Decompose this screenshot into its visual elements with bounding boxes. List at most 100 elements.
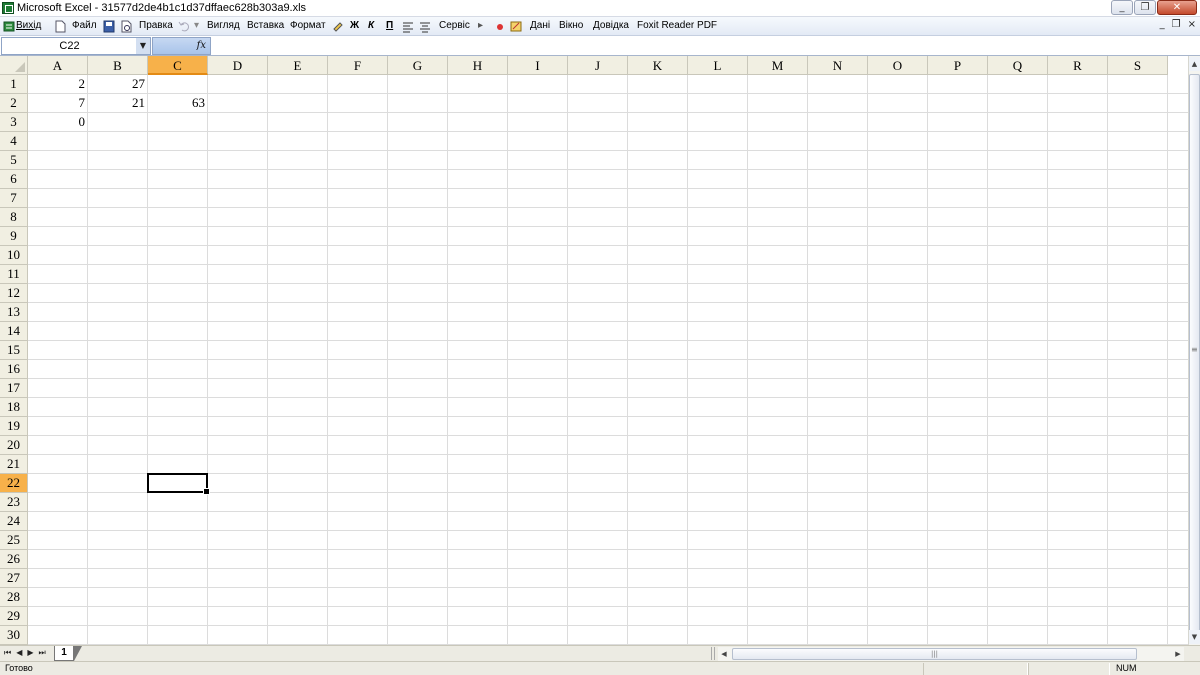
row-header[interactable]: 11 <box>0 265 28 284</box>
close-button[interactable]: ✕ <box>1157 0 1197 15</box>
workbook-restore-button[interactable]: ❐ <box>1172 19 1181 30</box>
menu-foxit[interactable]: Foxit Reader PDF <box>637 20 717 31</box>
cell-b2[interactable]: 21 <box>88 94 147 112</box>
underline-button[interactable]: П <box>386 20 393 31</box>
column-header[interactable]: F <box>328 56 388 75</box>
row-header[interactable]: 1 <box>0 75 28 94</box>
row-header[interactable]: 3 <box>0 113 28 132</box>
menu-format[interactable]: Формат <box>290 20 326 31</box>
row-header[interactable]: 26 <box>0 550 28 569</box>
vertical-scrollbar[interactable]: ▲ ▼ <box>1188 56 1200 645</box>
column-header[interactable]: Q <box>988 56 1048 75</box>
row-header[interactable]: 17 <box>0 379 28 398</box>
column-header[interactable]: D <box>208 56 268 75</box>
menu-file[interactable]: Файл <box>72 20 97 31</box>
column-header[interactable]: G <box>388 56 448 75</box>
undo-icon[interactable] <box>178 20 190 33</box>
column-header[interactable]: I <box>508 56 568 75</box>
row-header[interactable]: 21 <box>0 455 28 474</box>
row-header[interactable]: 2 <box>0 94 28 113</box>
column-header[interactable]: M <box>748 56 808 75</box>
column-header[interactable]: K <box>628 56 688 75</box>
menu-insert[interactable]: Вставка <box>247 20 284 31</box>
row-header[interactable]: 7 <box>0 189 28 208</box>
menu-data[interactable]: Дані <box>530 20 550 31</box>
minimize-button[interactable]: _ <box>1111 0 1133 15</box>
row-header[interactable]: 30 <box>0 626 28 645</box>
column-header[interactable]: H <box>448 56 508 75</box>
row-header[interactable]: 29 <box>0 607 28 626</box>
row-header[interactable]: 25 <box>0 531 28 550</box>
row-header[interactable]: 27 <box>0 569 28 588</box>
cell-b1[interactable]: 27 <box>88 75 147 93</box>
spreadsheet-grid[interactable]: A B C D E F G H I J K L M N O P Q R S 1 2 3 4 5 6 7 8 9 10 11 12 13 14 15… <box>0 56 1188 645</box>
row-header[interactable]: 24 <box>0 512 28 531</box>
menu-help[interactable]: Довідка <box>593 20 629 31</box>
save-icon[interactable] <box>103 20 115 33</box>
sheet-tab-1[interactable]: 1 <box>54 646 74 661</box>
vertical-scroll-thumb[interactable] <box>1189 74 1200 632</box>
row-header[interactable]: 8 <box>0 208 28 227</box>
restore-button[interactable]: ❐ <box>1134 0 1156 15</box>
column-header[interactable]: B <box>88 56 148 75</box>
scroll-down-icon[interactable]: ▼ <box>1189 630 1200 644</box>
row-header[interactable]: 13 <box>0 303 28 322</box>
row-header[interactable]: 10 <box>0 246 28 265</box>
formula-input[interactable] <box>212 37 1199 55</box>
column-header[interactable]: L <box>688 56 748 75</box>
row-header[interactable]: 19 <box>0 417 28 436</box>
select-all-corner[interactable] <box>0 56 28 75</box>
excel-app-icon[interactable] <box>2 2 14 14</box>
record-icon[interactable] <box>494 20 506 33</box>
column-header[interactable]: N <box>808 56 868 75</box>
row-header[interactable]: 22 <box>0 474 28 493</box>
macro-security-icon[interactable] <box>510 20 522 33</box>
workbook-minimize-button[interactable]: _ <box>1160 19 1165 30</box>
column-header[interactable]: C <box>148 56 208 75</box>
new-file-icon[interactable] <box>54 20 66 33</box>
prev-sheet-icon[interactable]: ◀ <box>16 648 22 658</box>
align-left-icon[interactable] <box>402 20 414 33</box>
column-header[interactable]: S <box>1108 56 1168 75</box>
row-header[interactable]: 4 <box>0 132 28 151</box>
print-preview-icon[interactable] <box>120 20 132 33</box>
insert-function-button[interactable]: fx <box>152 37 211 55</box>
undo-dropdown-icon[interactable]: ▾ <box>194 20 199 31</box>
row-header[interactable]: 12 <box>0 284 28 303</box>
scroll-right-icon[interactable]: ▶ <box>1172 647 1184 661</box>
menu-view[interactable]: Вигляд <box>207 20 240 31</box>
cell-a2[interactable]: 7 <box>28 94 87 112</box>
first-sheet-icon[interactable]: ⏮ <box>4 648 11 658</box>
row-header[interactable]: 18 <box>0 398 28 417</box>
menu-service[interactable]: Сервіс <box>439 20 470 31</box>
align-center-icon[interactable] <box>419 20 431 33</box>
row-header[interactable]: 14 <box>0 322 28 341</box>
tab-split-handle[interactable] <box>711 647 715 660</box>
column-header[interactable]: A <box>28 56 88 75</box>
italic-button[interactable]: К <box>368 20 374 31</box>
column-header[interactable]: J <box>568 56 628 75</box>
play-icon[interactable]: ▸ <box>478 20 483 31</box>
row-header[interactable]: 15 <box>0 341 28 360</box>
menu-window[interactable]: Вікно <box>559 20 583 31</box>
scroll-up-icon[interactable]: ▲ <box>1189 57 1200 71</box>
active-cell-outline[interactable] <box>147 473 210 495</box>
name-box-dropdown-icon[interactable]: ▼ <box>136 38 150 54</box>
row-header[interactable]: 28 <box>0 588 28 607</box>
horizontal-scroll-thumb[interactable]: ||| <box>732 648 1137 660</box>
column-header[interactable]: P <box>928 56 988 75</box>
menu-edit[interactable]: Правка <box>139 20 173 31</box>
scroll-left-icon[interactable]: ◀ <box>718 647 730 661</box>
row-header[interactable]: 6 <box>0 170 28 189</box>
row-header[interactable]: 16 <box>0 360 28 379</box>
exit-icon[interactable] <box>3 20 15 33</box>
last-sheet-icon[interactable]: ⏭ <box>39 648 46 658</box>
format-painter-icon[interactable] <box>332 20 344 33</box>
row-header[interactable]: 5 <box>0 151 28 170</box>
row-header[interactable]: 9 <box>0 227 28 246</box>
cell-c2[interactable]: 63 <box>148 94 207 112</box>
horizontal-scrollbar[interactable]: ◀ ||| ▶ <box>718 647 1184 661</box>
column-header[interactable]: E <box>268 56 328 75</box>
bold-button[interactable]: Ж <box>350 20 359 31</box>
cell-a3[interactable]: 0 <box>28 113 87 131</box>
